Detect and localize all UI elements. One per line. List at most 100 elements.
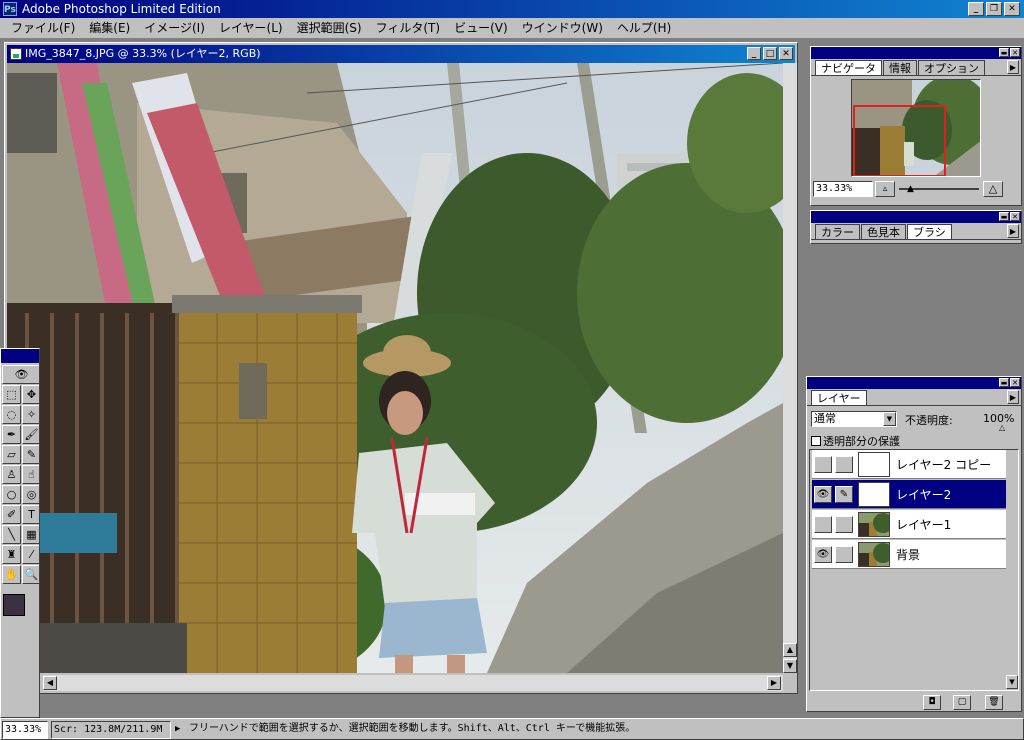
scroll-down-icon[interactable]: ▼ <box>1006 675 1018 689</box>
eye-icon[interactable]: 👁 <box>814 486 832 503</box>
zoom-in-icon[interactable]: △ <box>983 181 1003 197</box>
status-doc-size[interactable]: Scr: 123.8M/211.9M <box>51 721 171 739</box>
navigator-zoom-field[interactable]: 33.33% <box>813 181 873 197</box>
close-icon[interactable]: ✕ <box>1004 2 1020 16</box>
zoom-out-icon[interactable]: ▵ <box>875 181 895 197</box>
navigator-titlebar[interactable]: ▬ ✕ <box>811 47 1021 59</box>
move-tool-icon[interactable]: ✥ <box>22 385 39 404</box>
paintbrush-tool-icon[interactable]: 🖌 <box>22 425 39 444</box>
horizontal-scrollbar[interactable]: ◀ ▶ <box>43 675 783 691</box>
scroll-right-icon[interactable]: ▶ <box>767 676 781 690</box>
palette-minimize-icon[interactable]: ▬ <box>999 378 1009 387</box>
status-menu-arrow-icon[interactable]: ▶ <box>175 724 180 734</box>
mask-icon[interactable]: ◘ <box>923 695 941 710</box>
eye-icon[interactable]: 👁 <box>814 546 832 563</box>
eraser-tool-icon[interactable]: ▱ <box>2 445 21 464</box>
line-tool-icon[interactable]: ╲ <box>2 525 21 544</box>
eye-icon[interactable]: 👁 <box>2 365 39 384</box>
vertical-scrollbar[interactable]: ▲ ▼ <box>783 63 797 673</box>
restore-icon[interactable]: ❐ <box>986 2 1002 16</box>
marquee-tool-icon[interactable]: ⬚ <box>2 385 21 404</box>
airbrush-tool-icon[interactable]: ✒ <box>2 425 21 444</box>
minimize-icon[interactable]: _ <box>968 2 984 16</box>
dropdown-arrow-icon[interactable]: ▼ <box>883 412 896 426</box>
photoshop-app-icon[interactable] <box>3 1 17 19</box>
document-titlebar[interactable]: IMG_3847_8.JPG @ 33.3% (レイヤー2, RGB) _ □ … <box>7 45 795 63</box>
tab-swatches[interactable]: 色見本 <box>861 224 906 239</box>
sponge-tool-icon[interactable]: ◎ <box>22 485 39 504</box>
toolbox-titlebar[interactable] <box>1 349 39 363</box>
bucket-tool-icon[interactable]: ♜ <box>2 545 21 564</box>
brush-icon[interactable]: ✎ <box>835 486 853 503</box>
tab-layers[interactable]: レイヤー <box>811 390 867 405</box>
menu-layer[interactable]: レイヤー(L) <box>212 19 290 37</box>
menu-file[interactable]: ファイル(F) <box>4 19 82 37</box>
foreground-color-swatch[interactable] <box>3 594 25 616</box>
hand-tool-icon[interactable]: ✋ <box>2 565 21 584</box>
palette-menu-arrow-icon[interactable]: ▶ <box>1007 224 1019 238</box>
navigator-view-rectangle[interactable] <box>853 105 946 176</box>
doc-close-icon[interactable]: ✕ <box>779 47 793 60</box>
menu-select[interactable]: 選択範囲(S) <box>290 19 369 37</box>
layer-row[interactable]: レイヤー1 <box>812 510 1008 539</box>
menu-edit[interactable]: 編集(E) <box>82 19 137 37</box>
layer-row[interactable]: レイヤー2 コピー <box>812 450 1008 479</box>
navigator-thumbnail[interactable] <box>851 79 981 177</box>
pencil-tool-icon[interactable]: ✎ <box>22 445 39 464</box>
lasso-tool-icon[interactable]: ◌ <box>2 405 21 424</box>
edit-toggle[interactable] <box>835 456 853 473</box>
palette-close-icon[interactable]: ✕ <box>1010 212 1020 221</box>
eyedropper-tool-icon[interactable]: ⁄ <box>22 545 39 564</box>
tab-brushes[interactable]: ブラシ <box>907 224 952 239</box>
opacity-slider-icon[interactable]: △ <box>999 423 1005 432</box>
new-layer-icon[interactable]: ▢ <box>953 695 971 710</box>
scroll-left-icon[interactable]: ◀ <box>43 676 57 690</box>
tab-info[interactable]: 情報 <box>883 60 917 75</box>
tab-navigator[interactable]: ナビゲータ <box>815 60 882 75</box>
menu-view[interactable]: ビュー(V) <box>447 19 515 37</box>
menu-filter[interactable]: フィルタ(T) <box>369 19 447 37</box>
app-window-controls: _ ❐ ✕ <box>968 2 1020 16</box>
magic-wand-tool-icon[interactable]: ✧ <box>22 405 39 424</box>
palette-close-icon[interactable]: ✕ <box>1010 378 1020 387</box>
image-canvas[interactable] <box>7 63 783 673</box>
menu-window[interactable]: ウインドウ(W) <box>515 19 610 37</box>
menu-help[interactable]: ヘルプ(H) <box>610 19 678 37</box>
layer-row[interactable]: 👁 背景 <box>812 540 1008 569</box>
palette-menu-arrow-icon[interactable]: ▶ <box>1007 390 1019 404</box>
edit-toggle[interactable] <box>835 516 853 533</box>
menu-image[interactable]: イメージ(I) <box>137 19 212 37</box>
zoom-tool-icon[interactable]: 🔍 <box>22 565 39 584</box>
dodge-tool-icon[interactable]: ○ <box>2 485 21 504</box>
tab-color[interactable]: カラー <box>815 224 860 239</box>
zoom-slider-thumb-icon[interactable]: ▲ <box>907 184 914 194</box>
type-tool-icon[interactable]: T <box>22 505 39 524</box>
color-palette-tabs: カラー 色見本 ブラシ ▶ <box>811 223 1021 240</box>
visibility-toggle[interactable] <box>814 516 832 533</box>
edit-toggle[interactable] <box>835 546 853 563</box>
stamp-tool-icon[interactable]: ♙ <box>2 465 21 484</box>
blend-mode-select[interactable]: 通常 ▼ <box>811 411 897 427</box>
layers-scrollbar[interactable]: ▼ <box>1006 450 1018 690</box>
layer-row[interactable]: 👁 ✎ レイヤー2 <box>812 480 1008 509</box>
tab-options[interactable]: オプション <box>918 60 985 75</box>
status-zoom-field[interactable]: 33.33% <box>2 721 48 739</box>
palette-minimize-icon[interactable]: ▬ <box>999 212 1009 221</box>
smudge-tool-icon[interactable]: ☝ <box>22 465 39 484</box>
preserve-transparency-option[interactable]: 透明部分の保護 <box>811 433 900 449</box>
scroll-down-icon[interactable]: ▼ <box>783 659 797 673</box>
app-titlebar: Adobe Photoshop Limited Edition _ ❐ ✕ <box>0 0 1024 19</box>
palette-close-icon[interactable]: ✕ <box>1010 48 1020 57</box>
layers-titlebar[interactable]: ▬ ✕ <box>807 377 1021 389</box>
pen-tool-icon[interactable]: ✐ <box>2 505 21 524</box>
gradient-tool-icon[interactable]: ▦ <box>22 525 39 544</box>
color-palette-titlebar[interactable]: ▬ ✕ <box>811 211 1021 223</box>
scroll-up-icon[interactable]: ▲ <box>783 643 797 657</box>
trash-icon[interactable]: 🗑 <box>985 695 1003 710</box>
visibility-toggle[interactable] <box>814 456 832 473</box>
doc-maximize-icon[interactable]: □ <box>763 47 777 60</box>
palette-menu-arrow-icon[interactable]: ▶ <box>1007 60 1019 74</box>
palette-minimize-icon[interactable]: ▬ <box>999 48 1009 57</box>
preserve-transparency-checkbox[interactable] <box>811 436 821 446</box>
doc-minimize-icon[interactable]: _ <box>747 47 761 60</box>
